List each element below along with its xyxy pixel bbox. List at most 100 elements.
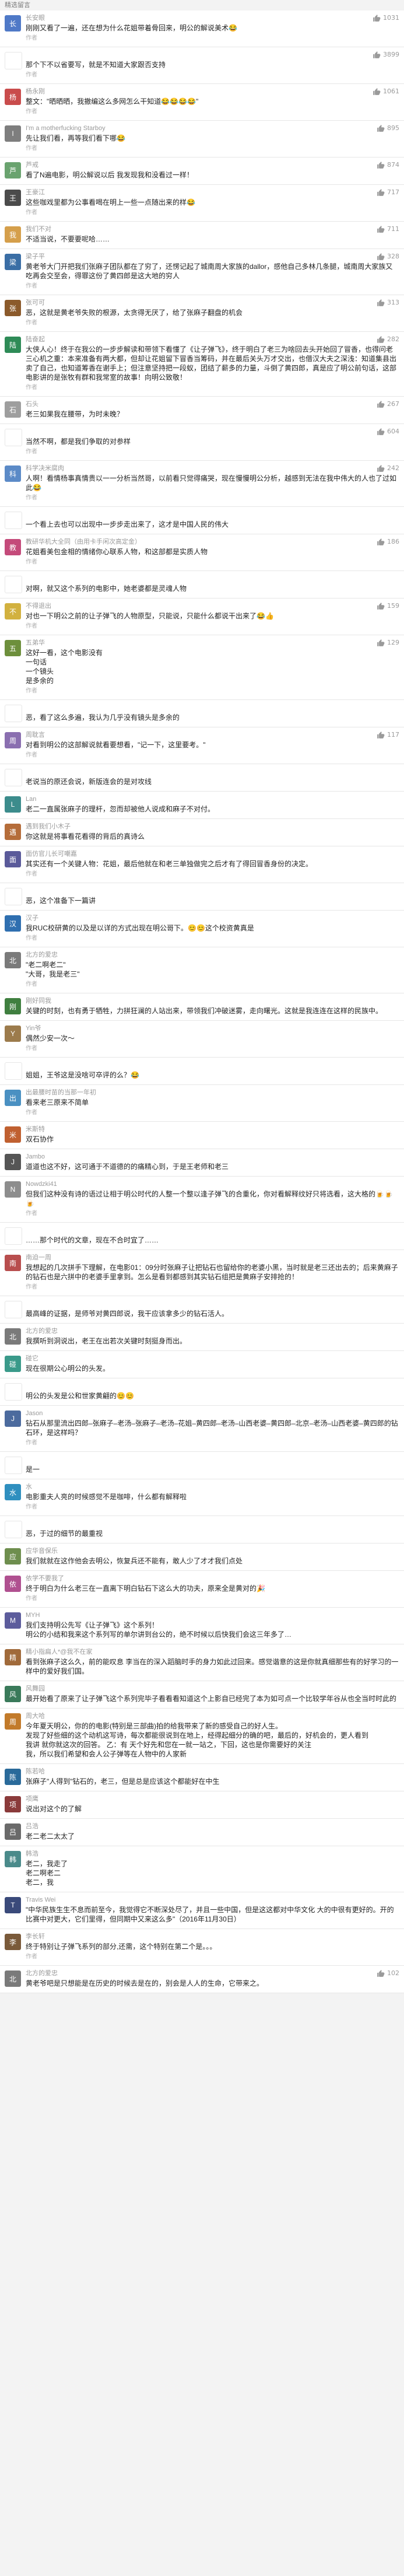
comment-author[interactable]: 周耽言 bbox=[26, 731, 45, 739]
avatar[interactable]: 面 bbox=[5, 851, 21, 867]
reply-label[interactable]: 作者 bbox=[26, 449, 399, 456]
avatar[interactable]: 北 bbox=[5, 952, 21, 968]
comment-author[interactable]: 王豪江 bbox=[26, 188, 45, 197]
avatar[interactable]: 汉 bbox=[5, 915, 21, 932]
reply-label[interactable]: 作者 bbox=[26, 981, 399, 988]
avatar[interactable]: 应 bbox=[5, 1548, 21, 1564]
reply-label[interactable]: 作者 bbox=[26, 72, 399, 79]
reply-label[interactable]: 作者 bbox=[26, 1954, 399, 1961]
like-button[interactable]: 313 bbox=[377, 299, 399, 307]
avatar[interactable] bbox=[5, 705, 22, 722]
comment-author[interactable]: 面仿官儿长可嘲嘉 bbox=[26, 850, 77, 858]
avatar[interactable]: 依 bbox=[5, 1576, 21, 1592]
avatar[interactable]: 我 bbox=[5, 226, 21, 243]
like-button[interactable]: 267 bbox=[377, 400, 399, 408]
like-button[interactable]: 328 bbox=[377, 253, 399, 261]
avatar[interactable]: 王 bbox=[5, 190, 21, 206]
avatar[interactable] bbox=[5, 769, 22, 786]
reply-label[interactable]: 作者 bbox=[26, 495, 399, 502]
avatar[interactable]: 不 bbox=[5, 603, 21, 620]
like-button[interactable]: 1061 bbox=[373, 88, 399, 96]
reply-label[interactable]: 作者 bbox=[26, 752, 399, 759]
reply-label[interactable]: 作者 bbox=[26, 35, 399, 42]
avatar[interactable]: 芦 bbox=[5, 162, 21, 178]
reply-label[interactable]: 作者 bbox=[26, 559, 399, 566]
avatar[interactable]: Y bbox=[5, 1026, 21, 1042]
avatar[interactable]: 张 bbox=[5, 300, 21, 316]
reply-label[interactable]: 作者 bbox=[26, 1504, 399, 1511]
comment-author[interactable]: 不得退出 bbox=[26, 602, 51, 610]
reply-label[interactable]: 作者 bbox=[26, 209, 399, 216]
avatar[interactable]: 遇 bbox=[5, 824, 21, 840]
like-button[interactable]: 242 bbox=[377, 464, 399, 473]
comment-author[interactable]: 北方的爱忠 bbox=[26, 1327, 58, 1335]
comment-author[interactable]: 五弟华 bbox=[26, 639, 45, 647]
reply-label[interactable]: 作者 bbox=[26, 1045, 399, 1052]
comment-author[interactable]: 李长轩 bbox=[26, 1933, 45, 1941]
avatar[interactable]: 出 bbox=[5, 1090, 21, 1106]
avatar[interactable] bbox=[5, 888, 22, 905]
avatar[interactable]: M bbox=[5, 1612, 21, 1629]
reply-label[interactable]: 作者 bbox=[26, 688, 399, 695]
comment-author[interactable]: MYH bbox=[26, 1611, 40, 1619]
comment-author[interactable]: 依学不要我了 bbox=[26, 1574, 64, 1583]
avatar[interactable] bbox=[5, 1383, 22, 1401]
avatar[interactable] bbox=[5, 52, 22, 69]
comment-author[interactable]: 风舞园 bbox=[26, 1685, 45, 1693]
reply-label[interactable]: 作者 bbox=[26, 108, 399, 116]
comment-author[interactable]: 南迫一周 bbox=[26, 1254, 51, 1262]
comment-author[interactable]: 应华音保乐 bbox=[26, 1547, 58, 1555]
avatar[interactable]: 长 bbox=[5, 15, 21, 32]
reply-label[interactable]: 作者 bbox=[26, 935, 399, 942]
reply-label[interactable]: 作者 bbox=[26, 145, 399, 152]
comment-author[interactable]: 遇到我们小木子 bbox=[26, 822, 71, 831]
comment-author[interactable]: Yin爷 bbox=[26, 1024, 41, 1032]
avatar[interactable]: 碰 bbox=[5, 1356, 21, 1372]
avatar[interactable]: 李 bbox=[5, 1934, 21, 1950]
like-button[interactable]: 159 bbox=[377, 602, 399, 610]
comment-author[interactable]: 教研华机大全同（由用卡手闲次高定金） bbox=[26, 538, 141, 546]
comment-author[interactable]: 汉子 bbox=[26, 914, 38, 922]
avatar[interactable]: 刚 bbox=[5, 998, 21, 1014]
comment-author[interactable]: Jambo bbox=[26, 1153, 45, 1161]
comment-author[interactable]: 米斯特 bbox=[26, 1125, 45, 1133]
like-button[interactable]: 186 bbox=[377, 538, 399, 546]
like-button[interactable]: 1031 bbox=[373, 14, 399, 22]
avatar[interactable]: 梁 bbox=[5, 254, 21, 270]
comment-author[interactable]: Jason bbox=[26, 1409, 43, 1418]
like-button[interactable]: 129 bbox=[377, 639, 399, 647]
avatar[interactable] bbox=[5, 429, 22, 446]
avatar[interactable]: 北 bbox=[5, 1971, 21, 1987]
comment-author[interactable]: 陈若哈 bbox=[26, 1768, 45, 1776]
like-button[interactable]: 895 bbox=[377, 124, 399, 132]
avatar[interactable]: J bbox=[5, 1154, 21, 1170]
like-button[interactable]: 604 bbox=[377, 428, 399, 436]
comment-author[interactable]: 碰它 bbox=[26, 1354, 38, 1363]
reply-label[interactable]: 作者 bbox=[26, 384, 399, 391]
reply-label[interactable]: 作者 bbox=[26, 1110, 399, 1116]
avatar[interactable] bbox=[5, 576, 22, 593]
comment-author[interactable]: 精小指扁人*@我不在家 bbox=[26, 1648, 92, 1656]
like-button[interactable]: 711 bbox=[377, 225, 399, 233]
comment-author[interactable]: 吕浩 bbox=[26, 1822, 38, 1831]
avatar[interactable]: N bbox=[5, 1181, 21, 1198]
avatar[interactable] bbox=[5, 1227, 22, 1245]
avatar[interactable]: I bbox=[5, 125, 21, 142]
comment-author[interactable]: 北方的爱忠 bbox=[26, 1969, 58, 1978]
avatar[interactable]: 教 bbox=[5, 539, 21, 555]
avatar[interactable]: 杨 bbox=[5, 89, 21, 105]
like-button[interactable]: 874 bbox=[377, 161, 399, 169]
comment-author[interactable]: Nowdzki41 bbox=[26, 1180, 57, 1188]
avatar[interactable] bbox=[5, 1062, 22, 1080]
comment-author[interactable]: 科学决米腐肉 bbox=[26, 464, 64, 473]
comment-author[interactable]: Travis Wei bbox=[26, 1896, 55, 1904]
avatar[interactable]: 米 bbox=[5, 1126, 21, 1143]
reply-label[interactable]: 作者 bbox=[26, 1210, 399, 1217]
comment-author[interactable]: I'm a motherfucking Starboy bbox=[26, 124, 106, 132]
like-button[interactable]: 117 bbox=[377, 731, 399, 739]
reply-label[interactable]: 作者 bbox=[26, 1595, 399, 1602]
comment-author[interactable]: 北方的爱忠 bbox=[26, 951, 58, 959]
avatar[interactable]: L bbox=[5, 796, 21, 813]
avatar[interactable]: 五 bbox=[5, 640, 21, 656]
comment-author[interactable]: 水 bbox=[26, 1483, 32, 1491]
